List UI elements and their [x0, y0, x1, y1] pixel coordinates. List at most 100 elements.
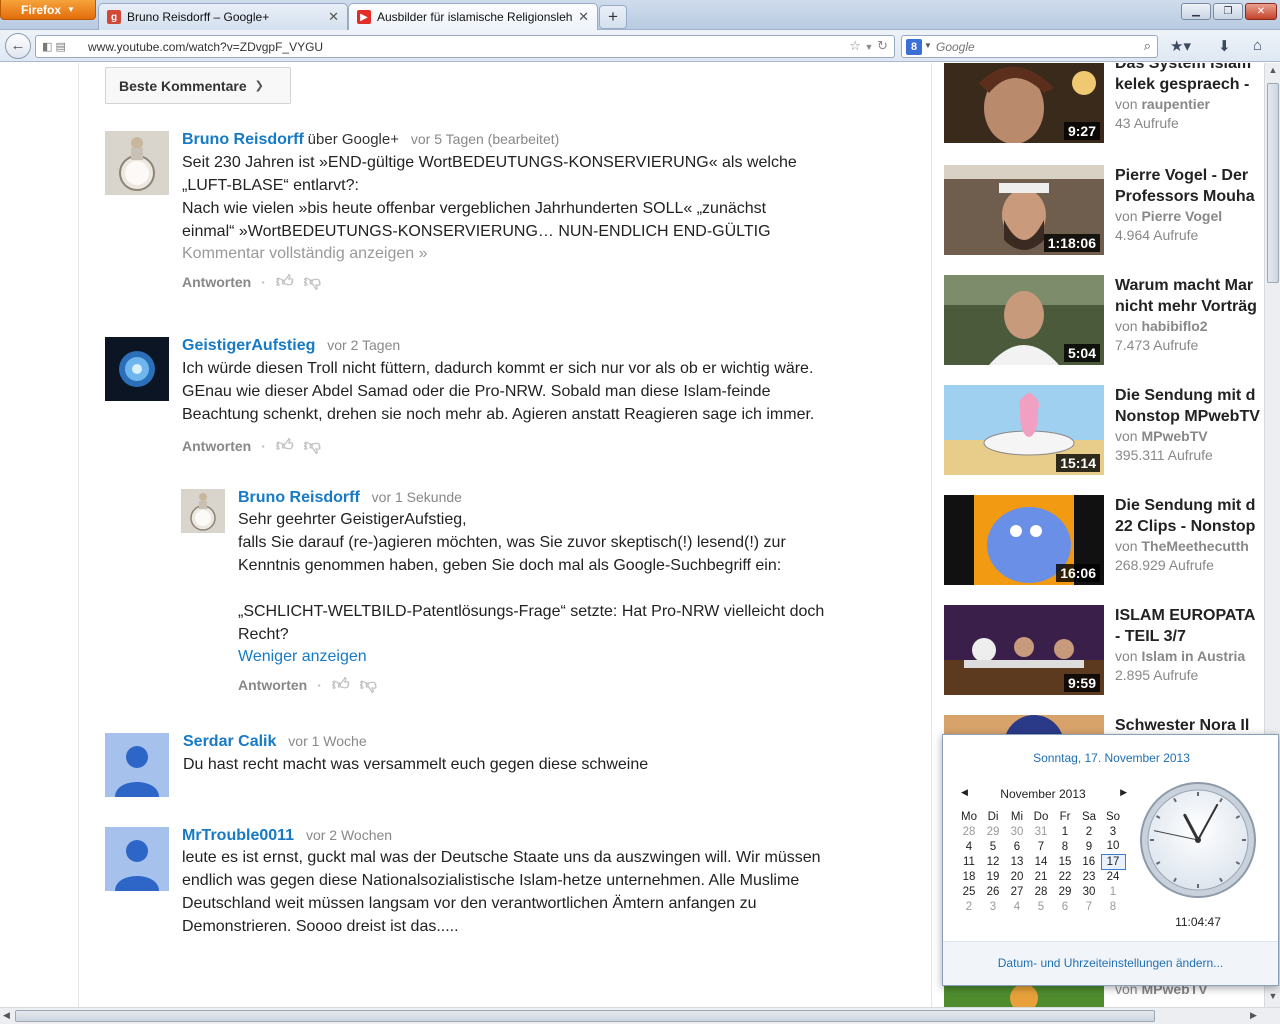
thumbs-down-icon[interactable]: 👎︎	[304, 435, 321, 456]
calendar-day[interactable]: 17	[1100, 853, 1126, 870]
calendar-day[interactable]: 2	[957, 899, 981, 914]
calendar-day[interactable]: 1	[1101, 884, 1125, 899]
show-full-comment-link[interactable]: Kommentar vollständig anzeigen »	[182, 245, 882, 263]
calendar-day[interactable]: 28	[957, 824, 981, 839]
video-title[interactable]: Die Sendung mit d	[1115, 385, 1264, 406]
calendar-day[interactable]: 7	[1029, 839, 1053, 854]
video-thumbnail[interactable]: 9:59	[944, 605, 1104, 695]
channel-name[interactable]: habibiflo2	[1141, 318, 1207, 334]
calendar-day[interactable]: 9	[1077, 839, 1101, 854]
calendar-day[interactable]: 7	[1077, 899, 1101, 914]
scroll-up-icon[interactable]: ▲	[1267, 65, 1279, 79]
chevron-down-icon[interactable]: ▼	[924, 41, 932, 50]
calendar-day[interactable]: 15	[1053, 854, 1077, 869]
video-title[interactable]: Schwester Nora Il	[1115, 715, 1264, 736]
calendar-day[interactable]: 21	[1029, 869, 1053, 884]
scroll-right-icon[interactable]: ▶	[1250, 1010, 1257, 1021]
video-thumbnail[interactable]: 16:06	[944, 495, 1104, 585]
channel-name[interactable]: Islam in Austria	[1141, 648, 1245, 664]
maximize-button[interactable]: ❐	[1213, 3, 1243, 20]
show-less-link[interactable]: Weniger anzeigen	[238, 648, 938, 666]
google-icon[interactable]: 8	[906, 39, 922, 55]
avatar[interactable]	[105, 733, 169, 797]
calendar-day[interactable]: 11	[957, 854, 981, 869]
calendar-day[interactable]: 2	[1077, 824, 1101, 839]
channel-name[interactable]: Pierre Vogel	[1141, 208, 1222, 224]
related-video[interactable]: 16:06 Die Sendung mit d 22 Clips - Nonst…	[944, 495, 1264, 587]
video-title[interactable]: Nonstop MPwebTV	[1115, 406, 1264, 427]
calendar-day[interactable]: 28	[1029, 884, 1053, 899]
calendar-day[interactable]: 8	[1101, 899, 1125, 914]
video-title[interactable]: Warum macht Mar	[1115, 275, 1264, 296]
video-title[interactable]: 22 Clips - Nonstop	[1115, 516, 1264, 537]
calendar-day[interactable]: 29	[1053, 884, 1077, 899]
calendar-day[interactable]: 3	[1101, 824, 1125, 839]
calendar-day[interactable]: 18	[957, 869, 981, 884]
scroll-down-icon[interactable]: ▼	[1267, 991, 1279, 1005]
calendar-day[interactable]: 4	[1005, 899, 1029, 914]
tab-google-plus[interactable]: g Bruno Reisdorff – Google+ ✕	[98, 3, 348, 30]
comment-author[interactable]: Serdar Calik	[183, 733, 276, 750]
calendar-day[interactable]: 30	[1005, 824, 1029, 839]
calendar-full-date[interactable]: Sonntag, 17. November 2013	[943, 751, 1280, 765]
calendar-day[interactable]: 26	[981, 884, 1005, 899]
new-tab-button[interactable]: +	[599, 5, 627, 29]
chevron-down-icon[interactable]: ▼	[865, 42, 874, 52]
comment-author[interactable]: MrTrouble0011	[182, 827, 294, 844]
thumbs-up-icon[interactable]: 👍︎	[276, 435, 294, 456]
calendar-month[interactable]: November 2013	[957, 787, 1129, 801]
reload-icon[interactable]: ↻	[877, 38, 888, 53]
calendar-day[interactable]: 31	[1029, 824, 1053, 839]
calendar-day[interactable]: 3	[981, 899, 1005, 914]
calendar-day[interactable]: 6	[1005, 839, 1029, 854]
reply-button[interactable]: Antworten	[182, 274, 251, 290]
avatar[interactable]	[105, 827, 169, 891]
search-icon[interactable]: ⌕	[1144, 38, 1151, 54]
comment-time[interactable]: vor 2 Tagen	[327, 337, 400, 353]
close-icon[interactable]: ✕	[578, 9, 589, 25]
scroll-left-icon[interactable]: ◀	[3, 1010, 10, 1021]
related-video[interactable]: 9:27 Das System Islam kelek gespraech - …	[944, 63, 1264, 145]
close-icon[interactable]: ✕	[328, 9, 339, 25]
scrollbar-thumb[interactable]	[1267, 83, 1279, 283]
video-title[interactable]: nicht mehr Vorträg	[1115, 296, 1264, 317]
video-title[interactable]: Die Sendung mit d	[1115, 495, 1264, 516]
search-input[interactable]	[936, 40, 1126, 54]
page-info-icon[interactable]: ◧ ▤	[42, 40, 66, 53]
calendar-day[interactable]: 23	[1077, 869, 1101, 884]
scrollbar-thumb[interactable]	[15, 1010, 1155, 1022]
comment-time[interactable]: vor 5 Tagen (bearbeitet)	[411, 131, 559, 147]
video-title[interactable]: Pierre Vogel - Der	[1115, 165, 1264, 186]
related-video[interactable]: 15:14 Die Sendung mit d Nonstop MPwebTV …	[944, 385, 1264, 477]
reply-button[interactable]: Antworten	[182, 438, 251, 454]
calendar-day[interactable]: 6	[1053, 899, 1077, 914]
url-text[interactable]: www.youtube.com/watch?v=ZDvgpF_VYGU	[88, 40, 323, 54]
calendar-day[interactable]: 30	[1077, 884, 1101, 899]
comment-time[interactable]: vor 1 Sekunde	[372, 489, 462, 505]
calendar-day[interactable]: 12	[981, 854, 1005, 869]
close-window-button[interactable]: ✕	[1245, 3, 1277, 20]
bookmark-star-icon[interactable]: ☆	[849, 38, 861, 53]
calendar-day[interactable]: 1	[1053, 824, 1077, 839]
video-title[interactable]: Das System Islam	[1115, 63, 1264, 74]
thumbs-down-icon[interactable]: 👎︎	[360, 674, 377, 695]
avatar[interactable]	[105, 131, 169, 195]
calendar-day[interactable]: 4	[957, 839, 981, 854]
calendar-day[interactable]: 16	[1077, 854, 1101, 869]
comment-time[interactable]: vor 2 Wochen	[306, 827, 392, 843]
calendar-day[interactable]: 10	[1101, 839, 1125, 854]
calendar-day[interactable]: 5	[981, 839, 1005, 854]
comment-author[interactable]: Bruno Reisdorff	[182, 131, 304, 148]
minimize-button[interactable]: ▁	[1181, 3, 1211, 20]
video-thumbnail[interactable]: 5:04	[944, 275, 1104, 365]
video-title[interactable]: kelek gespraech -	[1115, 74, 1264, 95]
calendar-day[interactable]: 5	[1029, 899, 1053, 914]
calendar-day[interactable]: 8	[1053, 839, 1077, 854]
thumbs-down-icon[interactable]: 👎︎	[304, 271, 321, 292]
channel-name[interactable]: TheMeethecutth	[1141, 538, 1248, 554]
channel-name[interactable]: raupentier	[1141, 96, 1209, 112]
video-title[interactable]: ISLAM EUROPATA	[1115, 605, 1264, 626]
home-icon[interactable]: ⌂	[1253, 37, 1262, 54]
thumbs-up-icon[interactable]: 👍︎	[332, 674, 350, 695]
tab-youtube[interactable]: ▶ Ausbilder für islamische Religionslehr…	[348, 3, 598, 30]
